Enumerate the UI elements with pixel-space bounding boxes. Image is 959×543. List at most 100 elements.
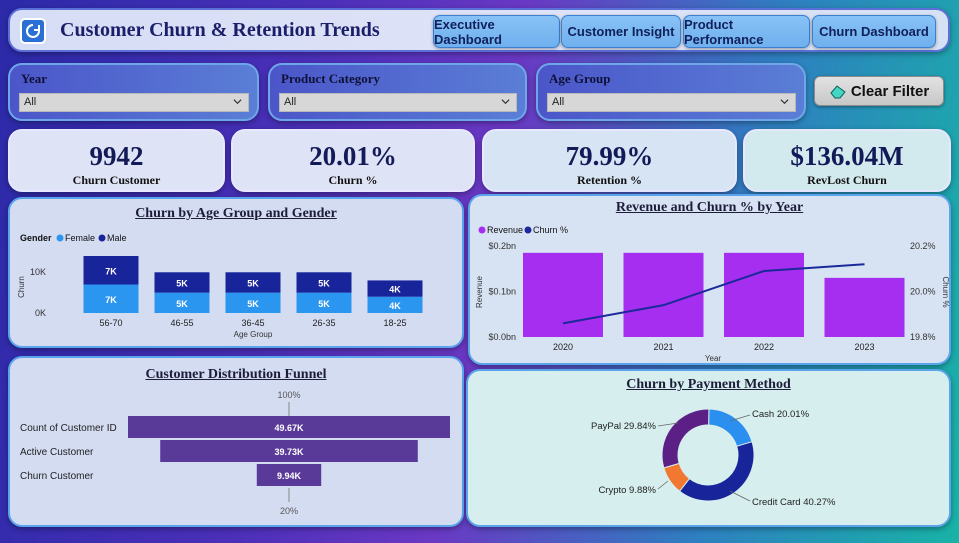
data-label: 39.73K — [274, 447, 304, 457]
eraser-icon — [830, 85, 846, 99]
age-gender-chart-panel: Churn by Age Group and Gender Gender Fema… — [8, 197, 464, 348]
y-axis-label: Revenue — [475, 275, 484, 308]
data-label: 5K — [176, 278, 188, 288]
funnel-category-label: Active Customer — [20, 447, 94, 458]
donut-slice — [661, 408, 710, 469]
data-label: 4K — [389, 285, 401, 295]
filter-label: Product Category — [281, 71, 381, 86]
select-value: All — [284, 96, 297, 108]
kpi-label: RevLost Churn — [807, 173, 887, 187]
chevron-down-icon — [233, 99, 242, 105]
legend-label: Churn % — [533, 225, 568, 235]
data-label: 5K — [247, 278, 259, 288]
nav-product-performance[interactable]: Product Performance — [683, 15, 810, 48]
y-axis-label: Churn — [17, 276, 26, 298]
revenue-bar — [523, 252, 603, 337]
y2-tick-label: 20.2% — [910, 241, 936, 251]
slice-label: Credit Card 40.27% — [752, 497, 836, 508]
x-tick-label: 2023 — [854, 342, 874, 352]
data-label: 49.67K — [274, 423, 304, 433]
y-tick-label: $0.1bn — [488, 287, 516, 297]
header-bar: Customer Churn & Retention Trends Execut… — [8, 8, 950, 52]
leader-line — [729, 490, 751, 502]
revenue-bar — [824, 277, 905, 337]
donut-slice — [708, 408, 753, 447]
kpi-label: Retention % — [577, 173, 642, 187]
x-tick-label: 2021 — [653, 342, 673, 352]
data-label: 5K — [318, 299, 330, 309]
y-tick-label: $0.0bn — [488, 332, 516, 342]
churn-pct-line — [562, 263, 865, 325]
data-label: 7K — [105, 295, 117, 305]
data-label: 5K — [176, 299, 188, 309]
kpi-revenue-lost: $136.04M RevLost Churn — [743, 129, 951, 192]
kpi-churn-customer: 9942 Churn Customer — [8, 129, 225, 192]
x-axis-label: Age Group — [234, 330, 273, 339]
slice-label: Crypto 9.88% — [598, 485, 656, 496]
y2-tick-label: 20.0% — [910, 287, 936, 297]
data-label: 5K — [318, 278, 330, 288]
data-label: 5K — [247, 299, 259, 309]
filter-label: Year — [21, 71, 47, 86]
nav-executive-dashboard[interactable]: Executive Dashboard — [433, 15, 560, 48]
revenue-bar — [724, 252, 804, 337]
x-tick-label: 26-35 — [312, 318, 335, 328]
legend-label: Male — [107, 233, 127, 243]
legend-title: Gender — [20, 233, 52, 243]
x-tick-label: 56-70 — [99, 318, 122, 328]
clear-filter-button[interactable]: Clear Filter — [814, 76, 944, 106]
y2-axis-label: Churn % — [941, 276, 949, 307]
nav-churn-dashboard[interactable]: Churn Dashboard — [812, 15, 936, 48]
kpi-label: Churn Customer — [72, 173, 161, 187]
legend-swatch — [524, 226, 532, 234]
slice-label: PayPal 29.84% — [591, 421, 657, 432]
kpi-value: 79.99% — [565, 141, 654, 171]
funnel-category-label: Churn Customer — [20, 471, 94, 482]
select-value: All — [24, 96, 37, 108]
legend-swatch — [98, 234, 106, 242]
data-label: 7K — [105, 266, 117, 276]
slice-label: Cash 20.01% — [752, 409, 810, 420]
funnel-top-percent: 100% — [277, 390, 300, 400]
kpi-label: Churn % — [328, 173, 378, 187]
filter-year: Year All — [8, 63, 259, 121]
kpi-churn-pct: 20.01% Churn % — [231, 129, 475, 192]
year-select[interactable]: All — [19, 93, 249, 112]
leader-line — [657, 480, 669, 490]
filter-label: Age Group — [549, 71, 611, 86]
payment-method-chart-panel: Churn by Payment Method Cash 20.01% Credi… — [466, 369, 951, 527]
x-tick-label: 18-25 — [383, 318, 406, 328]
legend-swatch — [56, 234, 64, 242]
y2-tick-label: 19.8% — [910, 332, 936, 342]
funnel-bottom-percent: 20% — [280, 506, 298, 516]
kpi-value: 20.01% — [309, 141, 397, 171]
clear-filter-label: Clear Filter — [850, 82, 930, 100]
x-tick-label: 2022 — [754, 342, 774, 352]
x-axis-label: Year — [705, 354, 722, 363]
chevron-down-icon — [780, 99, 789, 105]
x-tick-label: 2020 — [553, 342, 573, 352]
donut-slice — [678, 441, 755, 502]
nav-customer-insight[interactable]: Customer Insight — [561, 15, 681, 48]
kpi-value: $136.04M — [790, 141, 904, 171]
payment-method-chart: Cash 20.01% Credit Card 40.27% Crypto 9.88… — [591, 408, 836, 508]
x-tick-label: 46-55 — [170, 318, 193, 328]
y-tick-label: 0K — [35, 308, 46, 318]
filter-age-group: Age Group All — [536, 63, 806, 121]
legend-label: Revenue — [487, 225, 523, 235]
funnel-category-label: Count of Customer ID — [20, 423, 117, 434]
legend-swatch — [478, 226, 486, 234]
legend-label: Female — [65, 233, 95, 243]
product-category-select[interactable]: All — [279, 93, 517, 112]
revenue-churn-chart-panel: Revenue and Churn % by Year Revenue Churn… — [468, 194, 951, 365]
chevron-down-icon — [501, 99, 510, 105]
data-label: 4K — [389, 301, 401, 311]
age-group-select[interactable]: All — [547, 93, 796, 112]
kpi-value: 9942 — [89, 141, 144, 171]
age-gender-chart: Gender Female Male Churn 0K 10K 7K 7K 56-70 5K 5K 4… — [17, 233, 423, 339]
funnel-chart: 100% 49.67K Count of Customer ID 39.73K Acti… — [20, 390, 450, 516]
select-value: All — [552, 96, 565, 108]
kpi-retention-pct: 79.99% Retention % — [482, 129, 737, 192]
revenue-churn-chart: Revenue Churn % $0.0bn $0.1bn $0.2bn 19.8% 20.… — [475, 225, 949, 363]
refresh-icon[interactable] — [20, 18, 46, 44]
